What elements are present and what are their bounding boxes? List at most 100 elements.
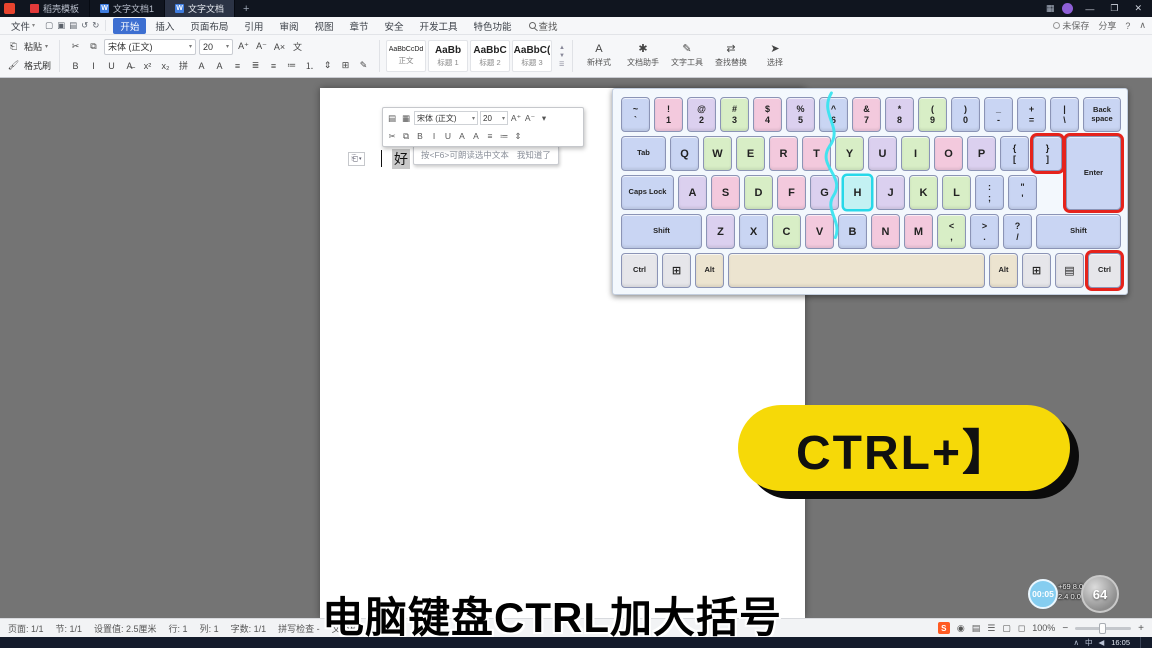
italic-icon[interactable]: I [86,58,101,73]
board-icon[interactable]: ▦ [400,112,412,125]
menu-item[interactable]: 开始 [113,18,146,34]
tool-select[interactable]: ➤选择 [755,44,795,68]
strikethrough-icon[interactable]: A̶ [122,58,137,73]
tool-new-style[interactable]: A新样式 [579,44,619,68]
key-f[interactable]: F [777,175,806,210]
menu-key[interactable]: ▤ [1055,253,1084,288]
key-o[interactable]: O [934,136,963,171]
shading-icon[interactable]: ⊞ [338,58,353,73]
undo-icon[interactable]: ↺ [81,20,88,31]
menu-item[interactable]: 视图 [307,18,340,34]
key-q[interactable]: Q [670,136,699,171]
tool-doc-assistant[interactable]: ✱文档助手 [623,44,663,68]
superscript-icon[interactable]: x² [140,58,155,73]
key-p[interactable]: P [967,136,996,171]
text-effects-icon[interactable]: 文 [290,39,305,54]
collapse-ribbon-icon[interactable]: ∧ [1139,20,1146,31]
space-key[interactable] [728,253,985,288]
zoom-level[interactable]: 100% [1032,623,1055,633]
key-1[interactable]: !1 [654,97,683,132]
page-icon[interactable]: ▤ [386,112,398,125]
font-color-icon[interactable]: A [470,130,482,143]
key-m[interactable]: M [904,214,933,249]
key-u[interactable]: U [868,136,897,171]
zoom-in-button[interactable]: + [1138,623,1144,634]
copy-icon[interactable]: ⧉ [400,130,412,143]
bold-icon[interactable]: B [68,58,83,73]
redo-icon[interactable]: ↻ [92,20,99,31]
new-tab-button[interactable]: + [235,0,257,17]
key-i[interactable]: I [901,136,930,171]
key-j[interactable]: J [876,175,905,210]
key-.[interactable]: >. [970,214,999,249]
key-a[interactable]: A [678,175,707,210]
format-painter-button[interactable]: 🖌格式刷 [6,58,51,73]
key--[interactable]: _- [984,97,1013,132]
titlebar-tab[interactable]: 稻壳模板 [20,0,90,17]
mini-size-select[interactable]: 20▾ [480,111,508,125]
gallery-more-icon[interactable]: ☰ [559,61,565,68]
tool-text-tools[interactable]: ✎文字工具 [667,44,707,68]
key-5[interactable]: %5 [786,97,815,132]
key-8[interactable]: *8 [885,97,914,132]
highlight-icon[interactable]: A [194,58,209,73]
menu-item[interactable]: 开发工具 [413,18,465,34]
key-`[interactable]: ~` [621,97,650,132]
key-x[interactable]: X [739,214,768,249]
key-r[interactable]: R [769,136,798,171]
backspace-key[interactable]: Back space [1083,97,1121,132]
numbering-icon[interactable]: ⒈ [302,58,317,73]
key-d[interactable]: D [744,175,773,210]
key-=[interactable]: += [1017,97,1046,132]
key-6[interactable]: ^6 [819,97,848,132]
key-g[interactable]: G [810,175,839,210]
ctrl-right-key[interactable]: Ctrl [1088,253,1121,288]
restore-button[interactable]: ❐ [1106,3,1122,14]
key-w[interactable]: W [703,136,732,171]
shift-left-key[interactable]: Shift [621,214,702,249]
help-icon[interactable]: ? [1125,21,1130,31]
font-size-select[interactable]: 20▾ [199,39,233,55]
ctrl-left-key[interactable]: Ctrl [621,253,658,288]
key-;[interactable]: :; [975,175,1004,210]
key-3[interactable]: #3 [720,97,749,132]
apps-grid-icon[interactable]: ▦ [1046,3,1055,14]
menu-item[interactable]: 安全 [377,18,410,34]
sync-status[interactable]: 未保存 [1053,19,1089,32]
menu-item[interactable]: 审阅 [272,18,305,34]
document-text[interactable]: 好 [392,149,410,169]
pinyin-icon[interactable]: 拼 [176,58,191,73]
cut-icon[interactable]: ✂ [386,130,398,143]
tray-expand-icon[interactable]: ∧ [1073,638,1079,647]
decrease-font-icon[interactable]: A⁻ [524,112,536,125]
win-key[interactable]: ⊞ [662,253,691,288]
key-0[interactable]: )0 [951,97,980,132]
key-9[interactable]: (9 [918,97,947,132]
win-key[interactable]: ⊞ [1022,253,1051,288]
ime-icon[interactable]: 中 [1085,637,1093,648]
zoom-slider-knob[interactable] [1099,623,1106,634]
menu-search[interactable]: 查找 [524,19,558,33]
key-v[interactable]: V [805,214,834,249]
volume-icon[interactable]: ◀ [1098,638,1104,647]
style-card[interactable]: AaBbC标题 2 [470,40,510,72]
align-left-icon[interactable]: ≡ [230,58,245,73]
key-][interactable]: }] [1033,136,1062,171]
print-icon[interactable]: ▤ [69,20,77,31]
key-z[interactable]: Z [706,214,735,249]
avatar[interactable] [1062,3,1073,14]
key-/[interactable]: ?/ [1003,214,1032,249]
gallery-down-icon[interactable]: ▼ [559,53,565,59]
eye-protect-icon[interactable]: ◉ [957,623,965,634]
titlebar-tab[interactable]: W文字文档1 [90,0,165,17]
titlebar-tab[interactable]: W文字文档 [165,0,235,17]
key-b[interactable]: B [838,214,867,249]
style-card[interactable]: AaBbCcDd正文 [386,40,426,72]
key-'[interactable]: "' [1008,175,1037,210]
italic-icon[interactable]: I [428,130,440,143]
paste-button[interactable]: ⎗粘贴▾ [6,39,51,54]
alt-right-key[interactable]: Alt [989,253,1018,288]
align-right-icon[interactable]: ≡ [266,58,281,73]
copy-icon[interactable]: ⧉ [86,39,101,54]
font-name-select[interactable]: 宋体 (正文)▾ [104,39,196,55]
